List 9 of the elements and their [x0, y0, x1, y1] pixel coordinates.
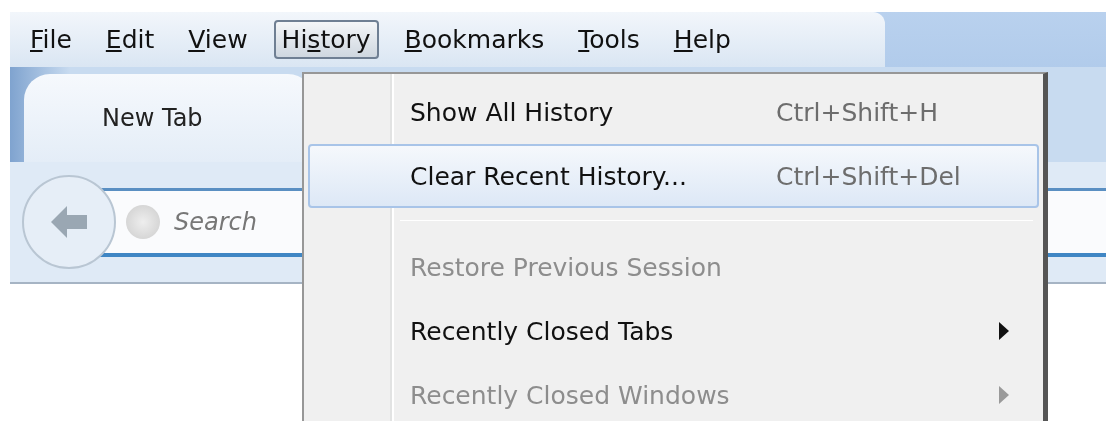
menu-item[interactable]: Recently Closed Tabs [308, 299, 1039, 363]
menu-title[interactable]: Bookmarks [396, 20, 553, 59]
menu-title[interactable]: Tools [570, 20, 648, 59]
menu-title[interactable]: History [273, 20, 379, 59]
menu-title[interactable]: View [180, 20, 256, 59]
menu-title[interactable]: Edit [97, 20, 163, 59]
menu-title[interactable]: Help [665, 20, 739, 59]
menu-item[interactable]: Clear Recent History... Ctrl+Shift+Del [308, 144, 1039, 208]
menu-title[interactable]: File [22, 20, 80, 59]
